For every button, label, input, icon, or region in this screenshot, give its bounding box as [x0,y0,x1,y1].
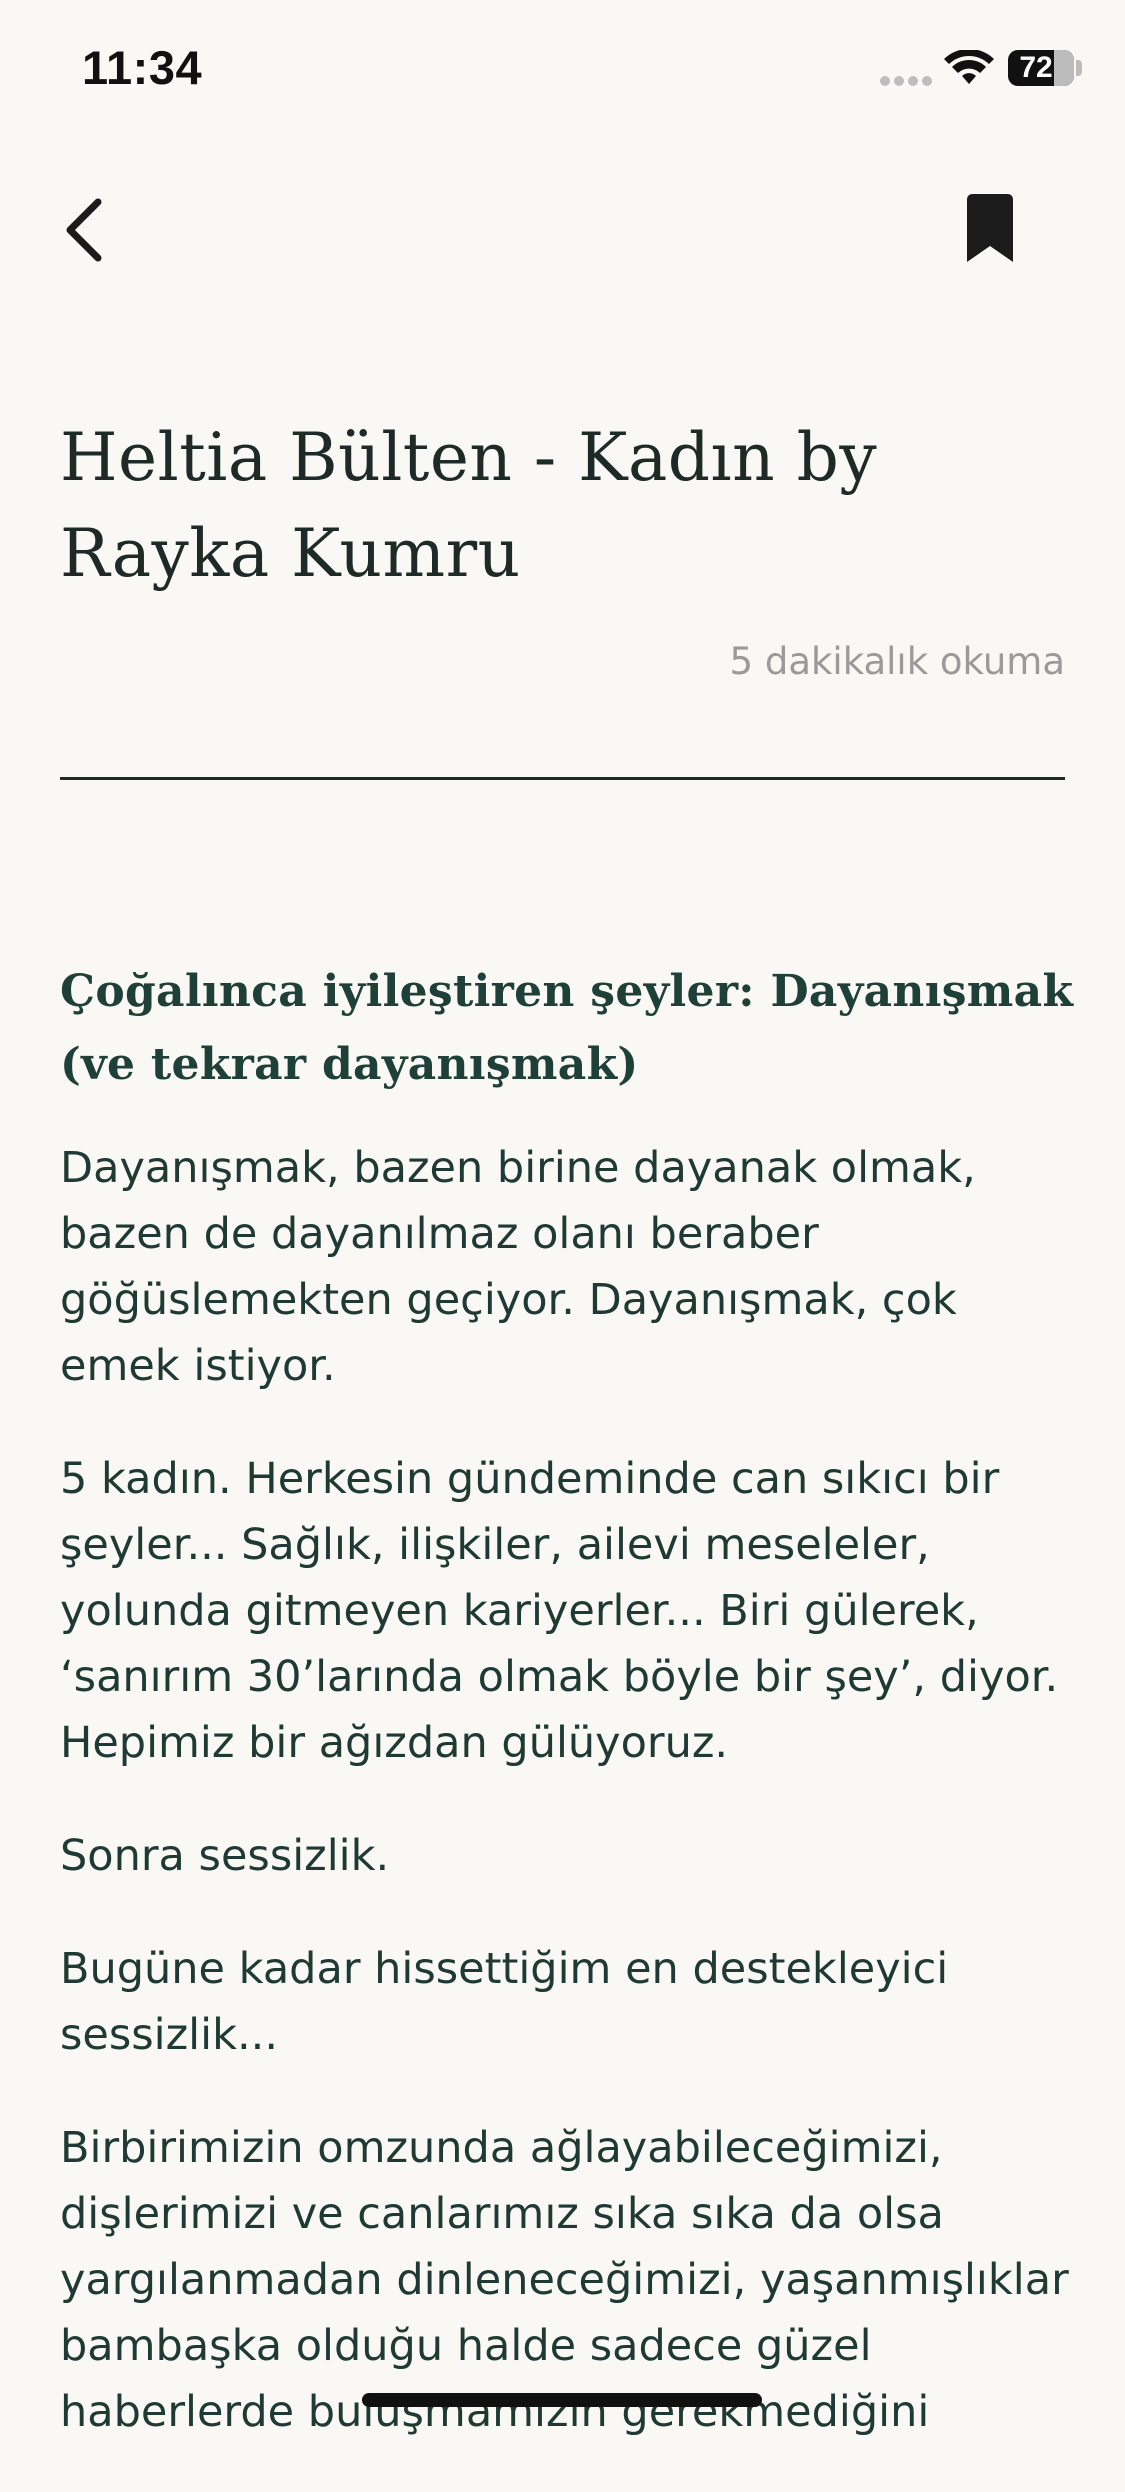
back-button[interactable] [50,190,120,270]
home-indicator[interactable] [362,2393,762,2407]
title-divider [60,777,1065,780]
bookmark-button[interactable] [955,190,1025,270]
paragraph: Bugüne kadar hissettiğim en destekleyici… [60,1944,949,2060]
battery-icon: 72 [1008,50,1074,86]
chevron-left-icon [66,198,102,262]
navigation-bar [0,150,1125,310]
article-subheading: Çoğalınca iyileştiren şeyler: Dayanışmak… [60,966,1074,1090]
paragraph: Sonra sessizlik. [60,1831,390,1881]
article-body: Çoğalınca iyileştiren şeyler: Dayanışmak… [60,955,1080,2492]
bookmark-filled-icon [967,194,1013,262]
cellular-signal-icon [880,76,932,86]
paragraph: Dayanışmak, bazen birine dayanak olmak, … [60,1143,976,1391]
status-time: 11:34 [82,41,203,94]
wifi-icon [944,50,994,84]
battery-level: 72 [1019,51,1053,84]
paragraph: 5 kadın. Herkesin gündeminde can sıkıcı … [60,1454,1059,1768]
reading-time: 5 dakikalık okuma [729,640,1065,683]
article-title: Heltia Bülten - Kadın by Rayka Kumru [60,419,878,592]
battery-tip [1076,60,1082,76]
status-bar: 11:34 72 [0,0,1125,140]
